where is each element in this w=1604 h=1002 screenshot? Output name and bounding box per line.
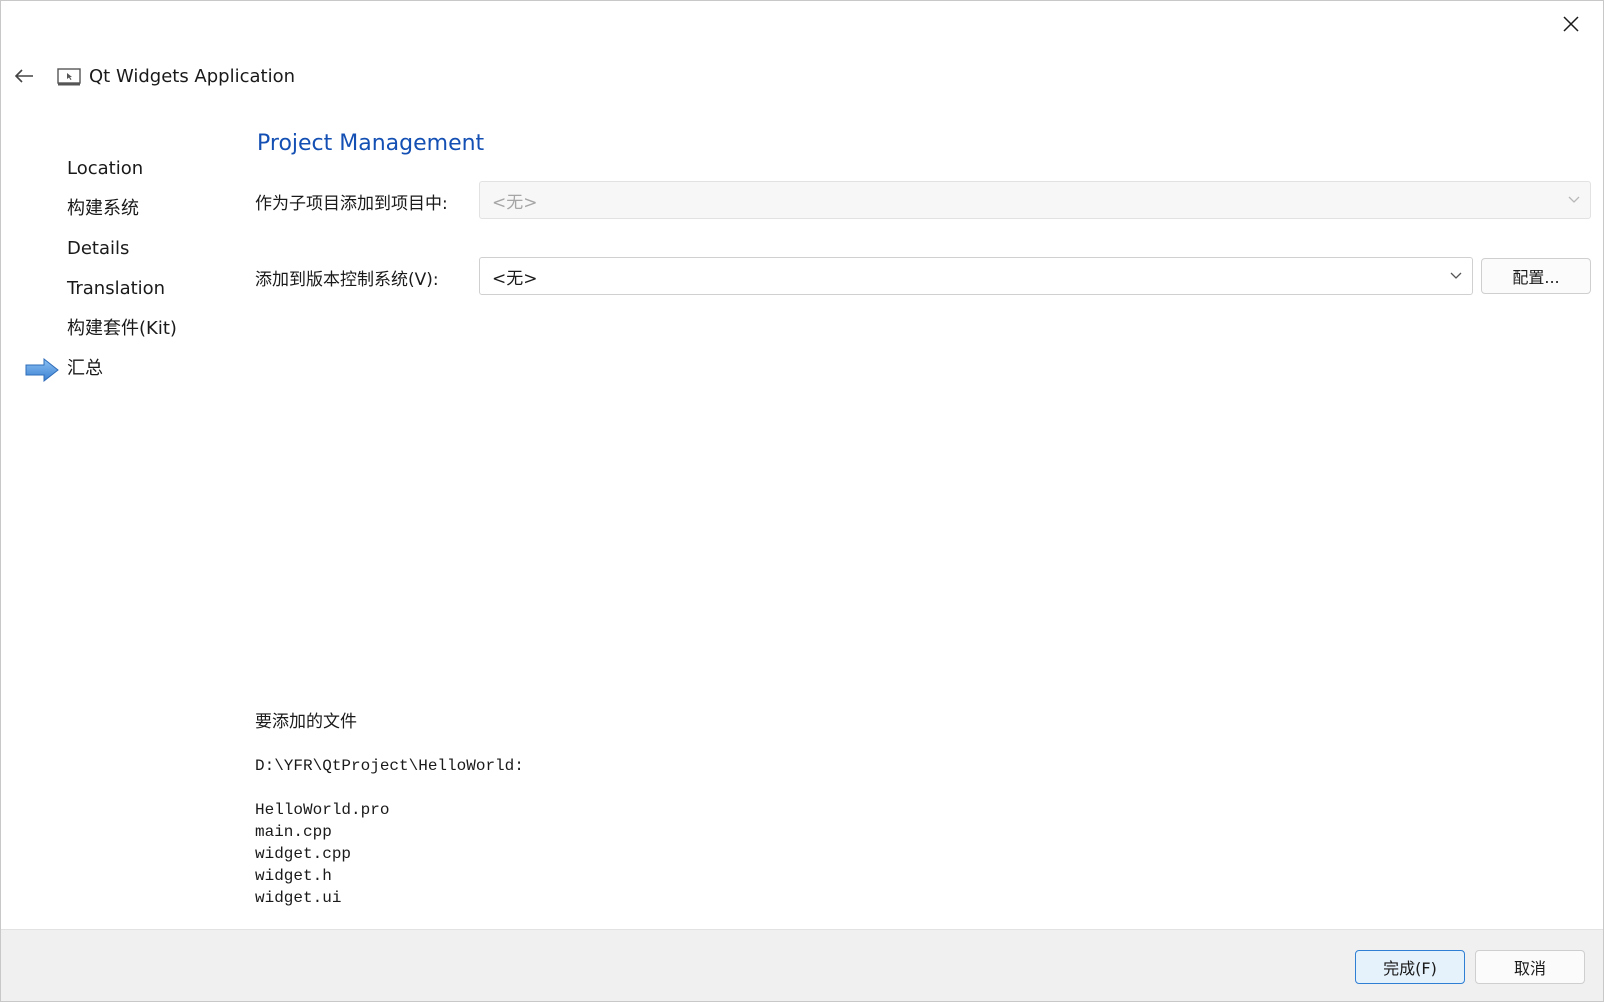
configure-button[interactable]: 配置... [1481, 258, 1591, 294]
wizard-steps: Location 构建系统 Details Translation 构建套件(K… [1, 149, 231, 389]
step-label: Location [67, 158, 144, 179]
files-heading: 要添加的文件 [255, 712, 357, 732]
step-kits: 构建套件(Kit) [1, 309, 231, 349]
close-button[interactable] [1551, 7, 1591, 41]
vcs-value: <无> [492, 268, 538, 289]
step-details: Details [1, 229, 231, 269]
finish-button[interactable]: 完成(F) [1355, 950, 1465, 984]
step-summary-current: 汇总 [1, 349, 231, 389]
list-item: widget.h [255, 867, 332, 885]
list-item: widget.cpp [255, 845, 352, 863]
step-label: Translation [67, 278, 166, 299]
subproject-combobox[interactable]: <无> [479, 181, 1591, 219]
step-label: 构建套件(Kit) [67, 318, 177, 339]
wizard-window: Qt Widgets Application Location 构建系统 Det… [0, 0, 1604, 1002]
page-title: Project Management [257, 131, 485, 156]
qt-application-icon [57, 68, 81, 86]
close-icon [1563, 16, 1579, 32]
chevron-down-icon [1568, 196, 1580, 203]
subproject-label: 作为子项目添加到项目中: [255, 194, 448, 214]
arrow-right-icon [25, 358, 59, 382]
vcs-label: 添加到版本控制系统(V): [255, 270, 439, 290]
wizard-title: Qt Widgets Application [89, 66, 296, 87]
list-item: HelloWorld.pro [255, 801, 390, 819]
step-build-system: 构建系统 [1, 189, 231, 229]
step-label: 汇总 [67, 358, 103, 379]
step-translation: Translation [1, 269, 231, 309]
chevron-down-icon [1450, 272, 1462, 279]
list-item: main.cpp [255, 823, 332, 841]
cancel-button[interactable]: 取消 [1475, 950, 1585, 984]
step-label: Details [67, 238, 130, 259]
files-path: D:\YFR\QtProject\HelloWorld: [255, 757, 524, 775]
vcs-combobox[interactable]: <无> [479, 257, 1473, 295]
arrow-left-icon [14, 69, 33, 83]
button-bar: 完成(F) 取消 [1, 929, 1603, 1001]
back-button[interactable] [9, 61, 39, 91]
step-location: Location [1, 149, 231, 189]
wizard-header: Qt Widgets Application [1, 57, 1001, 97]
step-label: 构建系统 [67, 198, 139, 219]
list-item: widget.ui [255, 889, 342, 907]
files-list: HelloWorld.pro main.cpp widget.cpp widge… [255, 799, 389, 909]
subproject-value: <无> [492, 192, 538, 213]
